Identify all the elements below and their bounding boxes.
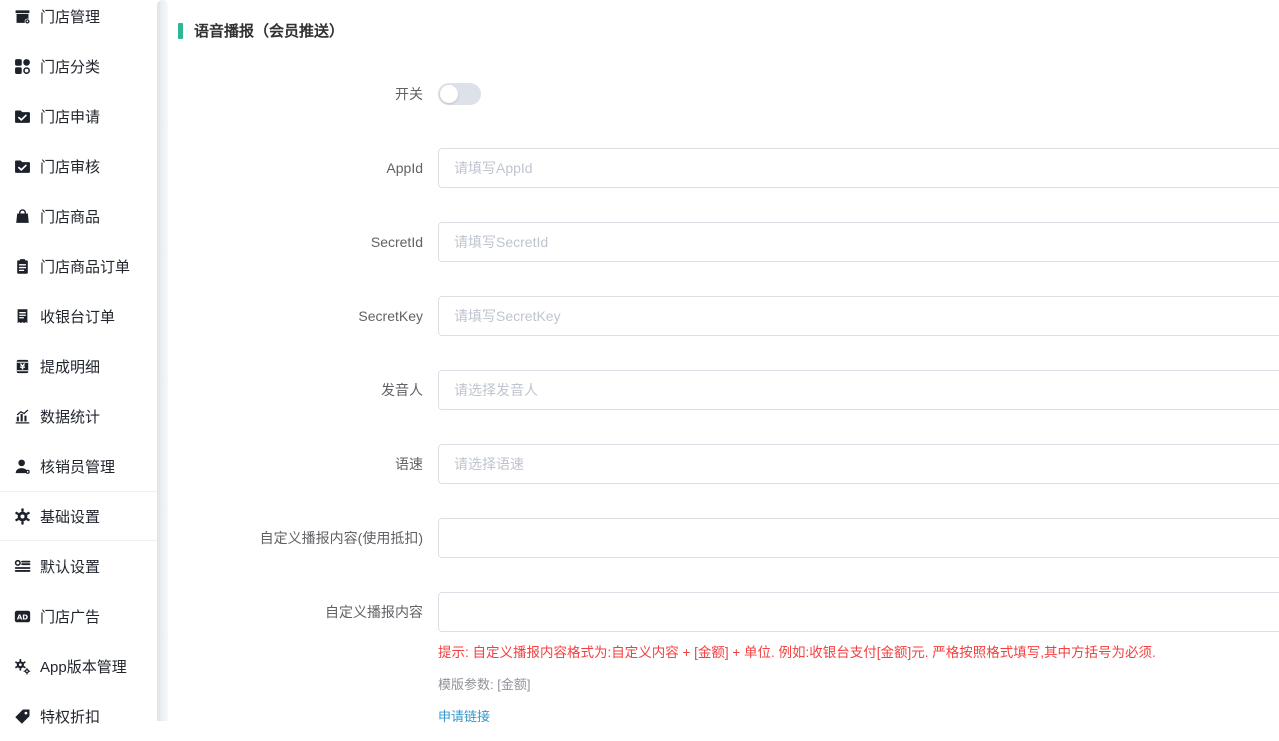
sidebar-item-label: 门店管理: [40, 6, 100, 27]
speech-rate-label: 语速: [168, 444, 423, 484]
broadcast-switch-toggle[interactable]: [438, 83, 481, 105]
form-row-appid: AppId: [168, 148, 1279, 188]
sidebar-item-store-goods[interactable]: 门店商品: [0, 191, 157, 241]
sidebar-item-privilege-discount[interactable]: 特权折扣: [0, 691, 157, 741]
sidebar-item-verifier-management[interactable]: 核销员管理: [0, 441, 157, 491]
main-content: 语音播报（会员推送） 开关 AppId SecretId: [168, 0, 1279, 721]
sidebar-item-label: 默认设置: [40, 556, 100, 577]
sidebar-item-label: 收银台订单: [40, 306, 115, 327]
ad-icon: AD: [13, 607, 32, 626]
custom-content-deduction-label: 自定义播报内容(使用抵扣): [168, 518, 423, 558]
folder-check-icon: [13, 157, 32, 176]
apply-link[interactable]: 申请链接: [438, 706, 490, 725]
sidebar-item-label: 门店分类: [40, 56, 100, 77]
svg-text:¥: ¥: [20, 362, 26, 371]
sidebar-menu: 门店管理 门店分类 门店申请 门店审核 门店商品: [0, 0, 157, 741]
folder-check-icon: [13, 107, 32, 126]
sidebar-item-app-version[interactable]: App版本管理: [0, 641, 157, 691]
category-icon: [13, 57, 32, 76]
secretid-input[interactable]: [438, 222, 1279, 262]
clipboard-icon: [13, 257, 32, 276]
sidebar-item-store-management[interactable]: 门店管理: [0, 0, 157, 41]
sidebar-item-label: App版本管理: [40, 656, 127, 677]
custom-content-input[interactable]: [438, 592, 1279, 632]
page-title-row: 语音播报（会员推送）: [168, 0, 1279, 41]
sidebar-item-store-goods-orders[interactable]: 门店商品订单: [0, 241, 157, 291]
receipt-icon: [13, 307, 32, 326]
form-row-custom-content: 自定义播报内容 提示: 自定义播报内容格式为:自定义内容 + [金额] + 单位…: [168, 592, 1279, 726]
speaker-label: 发音人: [168, 370, 423, 410]
secretid-label: SecretId: [168, 222, 423, 262]
sidebar-item-basic-settings[interactable]: 基础设置: [0, 491, 157, 541]
form-row-switch: 开关: [168, 74, 1279, 114]
template-param-text: 模版参数: [金额]: [438, 674, 1279, 693]
sidebar-item-store-review[interactable]: 门店审核: [0, 141, 157, 191]
sidebar-item-commission-detail[interactable]: ¥ 提成明细: [0, 341, 157, 391]
switch-label: 开关: [168, 74, 423, 114]
form-row-custom-content-deduction: 自定义播报内容(使用抵扣): [168, 518, 1279, 558]
discount-tag-icon: [13, 707, 32, 726]
gear-icon: [13, 507, 32, 526]
format-hint-text: 提示: 自定义播报内容格式为:自定义内容 + [金额] + 单位. 例如:收银台…: [438, 641, 1279, 661]
custom-content-deduction-input[interactable]: [438, 518, 1279, 558]
sidebar-item-label: 门店申请: [40, 106, 100, 127]
sidebar: 门店管理 门店分类 门店申请 门店审核 门店商品: [0, 0, 157, 721]
sidebar-item-label: 提成明细: [40, 356, 100, 377]
form-row-speech-rate: 语速: [168, 444, 1279, 484]
form-row-speaker: 发音人: [168, 370, 1279, 410]
sidebar-item-label: 门店商品订单: [40, 256, 130, 277]
bag-icon: [13, 207, 32, 226]
sidebar-item-label: 基础设置: [40, 506, 100, 527]
appid-label: AppId: [168, 148, 423, 188]
sidebar-item-default-settings[interactable]: 默认设置: [0, 541, 157, 591]
sidebar-item-cashier-orders[interactable]: 收银台订单: [0, 291, 157, 341]
sidebar-item-label: 数据统计: [40, 406, 100, 427]
sidebar-item-label: 核销员管理: [40, 456, 115, 477]
form-row-secretid: SecretId: [168, 222, 1279, 262]
secretkey-label: SecretKey: [168, 296, 423, 336]
sidebar-item-data-statistics[interactable]: 数据统计: [0, 391, 157, 441]
store-icon: [13, 7, 32, 26]
chart-icon: [13, 407, 32, 426]
gears-icon: [13, 657, 32, 676]
sidebar-item-store-ads[interactable]: AD 门店广告: [0, 591, 157, 641]
toggle-knob: [440, 85, 458, 103]
custom-content-label: 自定义播报内容: [168, 592, 423, 726]
sidebar-item-store-application[interactable]: 门店申请: [0, 91, 157, 141]
title-accent-bar: [178, 23, 183, 39]
person-icon: [13, 457, 32, 476]
form-row-secretkey: SecretKey: [168, 296, 1279, 336]
list-settings-icon: [13, 557, 32, 576]
sidebar-item-label: 门店审核: [40, 156, 100, 177]
sidebar-item-label: 特权折扣: [40, 706, 100, 727]
speech-rate-select[interactable]: [438, 444, 1279, 484]
sidebar-item-label: 门店广告: [40, 606, 100, 627]
page-title: 语音播报（会员推送）: [194, 20, 344, 41]
sidebar-item-label: 门店商品: [40, 206, 100, 227]
money-book-icon: ¥: [13, 357, 32, 376]
sidebar-scrollbar[interactable]: [157, 0, 168, 721]
appid-input[interactable]: [438, 148, 1279, 188]
sidebar-item-store-category[interactable]: 门店分类: [0, 41, 157, 91]
svg-text:AD: AD: [17, 612, 28, 621]
secretkey-input[interactable]: [438, 296, 1279, 336]
voice-broadcast-form: 开关 AppId SecretId SecretKey: [168, 74, 1279, 726]
speaker-select[interactable]: [438, 370, 1279, 410]
